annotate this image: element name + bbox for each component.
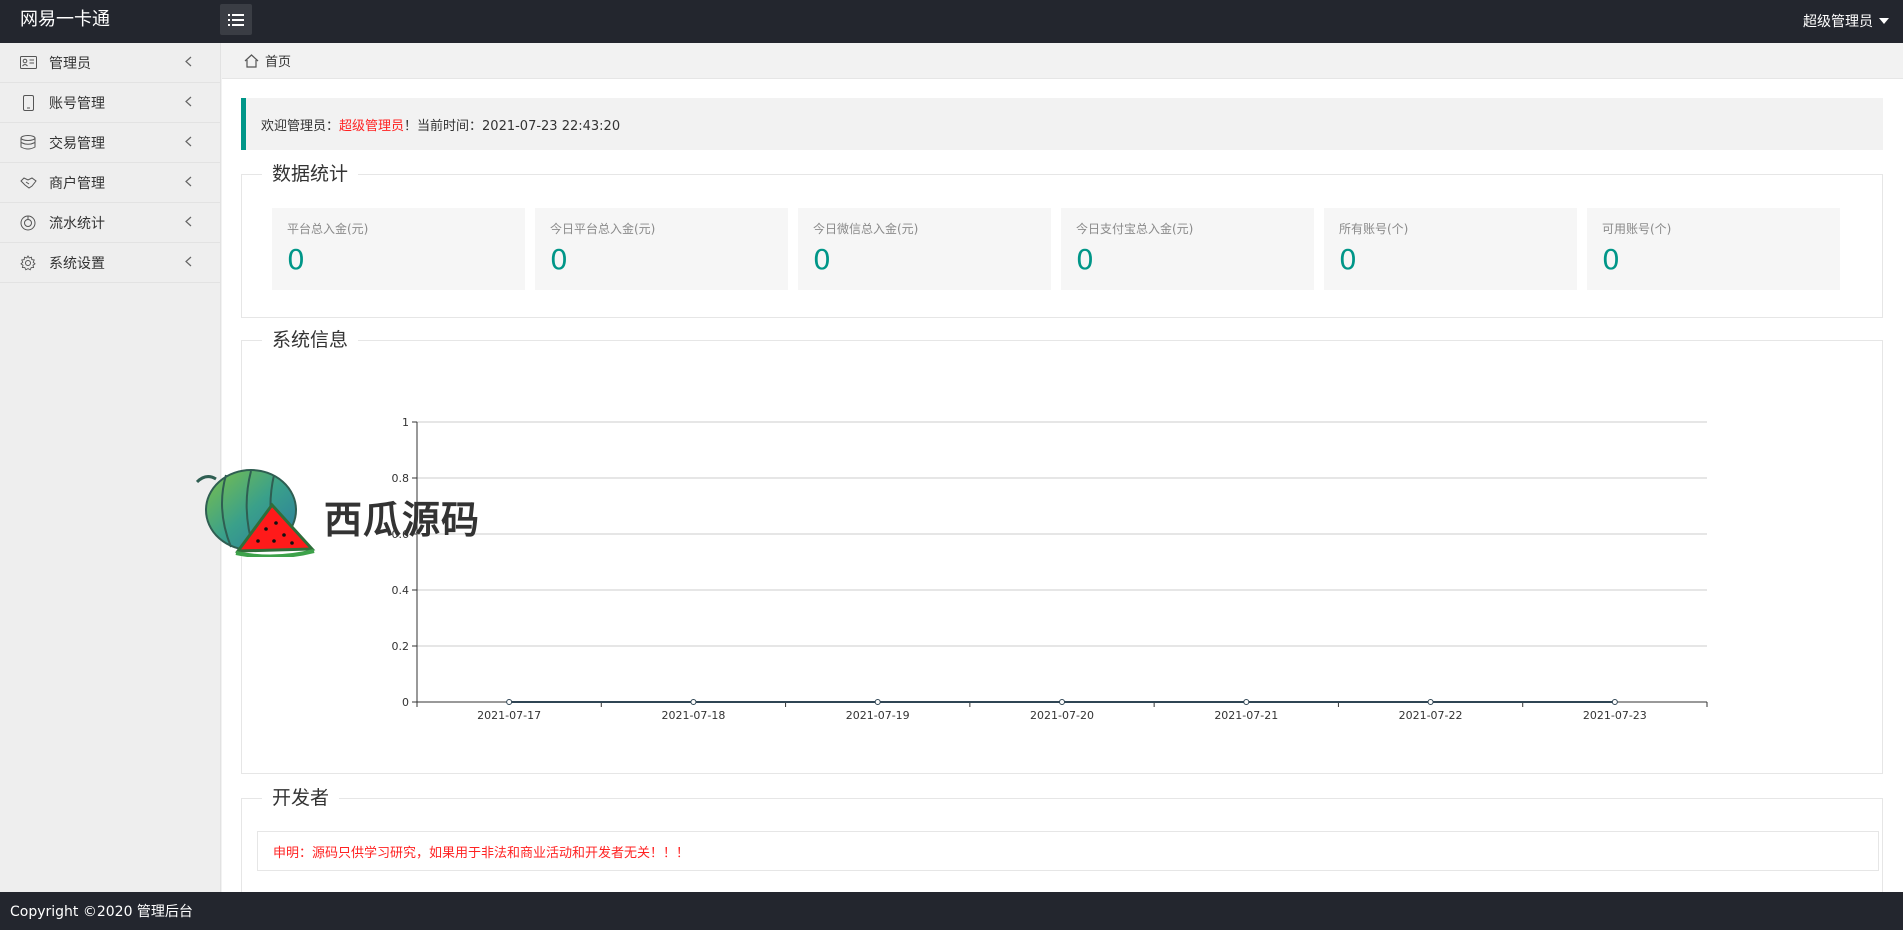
welcome-admin-name: 超级管理员	[339, 118, 405, 134]
disclaimer-notice: 申明：源码只供学习研究，如果用于非法和商业活动和开发者无关！！！	[257, 831, 1879, 871]
stat-card: 今日支付宝总入金(元) 0	[1061, 208, 1314, 290]
chevron-left-icon	[185, 176, 192, 187]
welcome-banner: 欢迎管理员： 超级管理员 ！当前时间：2021-07-23 22:43:20	[241, 98, 1883, 150]
watermark-text: 西瓜源码	[324, 498, 481, 542]
user-name: 超级管理员	[1803, 13, 1873, 30]
footer-copyright: Copyright ©2020 管理后台	[10, 904, 193, 920]
chevron-left-icon	[185, 256, 192, 267]
x-tick-label: 2021-07-20	[1030, 709, 1094, 722]
chevron-left-icon	[185, 96, 192, 107]
stat-card: 今日平台总入金(元) 0	[535, 208, 788, 290]
top-navbar: 网易一卡通 超级管理员	[0, 0, 1903, 43]
sidebar-item-label: 账号管理	[49, 95, 105, 112]
stat-title: 平台总入金(元)	[287, 222, 369, 236]
stat-value: 0	[1076, 243, 1094, 276]
sidebar-item-admin[interactable]: 管理员	[0, 43, 220, 83]
y-tick-label: 1	[402, 416, 409, 429]
sidebar-item-label: 商户管理	[49, 175, 105, 192]
data-point	[1611, 699, 1618, 705]
sidebar-item-label: 流水统计	[49, 215, 105, 232]
sidebar-item-label: 交易管理	[49, 135, 105, 152]
x-tick-label: 2021-07-18	[661, 709, 725, 722]
stats-fieldset: 数据统计 平台总入金(元) 0 今日平台总入金(元) 0 今日微信总入金(元) …	[241, 162, 1883, 318]
developer-fieldset: 开发者 申明：源码只供学习研究，如果用于非法和商业活动和开发者无关！！！	[241, 786, 1883, 898]
stat-title: 可用账号(个)	[1602, 222, 1672, 236]
sidebar-item-statistics[interactable]: 流水统计	[0, 203, 220, 243]
hamburger-icon	[228, 13, 244, 26]
stat-title: 今日支付宝总入金(元)	[1076, 222, 1194, 236]
stat-title: 所有账号(个)	[1339, 222, 1409, 236]
data-point	[874, 699, 881, 705]
y-tick-label: 0.4	[392, 584, 410, 597]
developer-legend: 开发者	[262, 786, 340, 810]
menu-toggle-button[interactable]	[220, 4, 252, 35]
x-tick-label: 2021-07-21	[1214, 709, 1278, 722]
stat-card: 所有账号(个) 0	[1324, 208, 1577, 290]
stat-value: 0	[813, 243, 831, 276]
sidebar-item-label: 管理员	[49, 55, 91, 72]
x-tick-label: 2021-07-23	[1583, 709, 1647, 722]
chevron-left-icon	[185, 216, 192, 227]
sidebar-item-settings[interactable]: 系统设置	[0, 243, 220, 283]
stat-value: 0	[1339, 243, 1357, 276]
mobile-icon	[19, 94, 37, 112]
footer: Copyright ©2020 管理后台	[0, 892, 1903, 930]
x-tick-label: 2021-07-17	[477, 709, 541, 722]
data-point	[1059, 699, 1065, 705]
database-icon	[19, 134, 37, 152]
chart-ring-icon	[19, 214, 37, 232]
data-point	[690, 699, 697, 705]
sidebar: 管理员 账号管理 交易管理 商户管理 流水统计 系统设置	[0, 43, 221, 892]
y-tick-label: 0	[402, 696, 409, 709]
home-icon[interactable]	[244, 53, 259, 68]
id-card-icon	[19, 54, 37, 72]
sidebar-item-merchants[interactable]: 商户管理	[0, 163, 220, 203]
x-tick-label: 2021-07-19	[846, 709, 910, 722]
breadcrumb: 首页	[222, 43, 1903, 79]
welcome-time: ！当前时间：2021-07-23 22:43:20	[404, 118, 621, 134]
user-menu[interactable]: 超级管理员	[1803, 0, 1889, 43]
chevron-left-icon	[185, 56, 192, 67]
data-point	[1243, 699, 1250, 705]
sidebar-item-label: 系统设置	[49, 255, 105, 272]
watermelon-icon	[196, 469, 316, 557]
stat-value: 0	[550, 243, 568, 276]
handshake-icon	[19, 174, 37, 192]
stat-card: 平台总入金(元) 0	[272, 208, 525, 290]
gear-icon	[19, 254, 37, 272]
caret-down-icon	[1879, 17, 1889, 24]
stat-card: 可用账号(个) 0	[1587, 208, 1840, 290]
y-tick-label: 0.2	[392, 640, 410, 653]
stat-title: 今日平台总入金(元)	[550, 222, 656, 236]
data-point	[1427, 699, 1434, 705]
stats-legend: 数据统计	[262, 162, 359, 186]
data-point	[506, 699, 513, 705]
stat-value: 0	[287, 243, 305, 276]
sidebar-item-transactions[interactable]: 交易管理	[0, 123, 220, 163]
stat-value: 0	[1602, 243, 1620, 276]
stat-card: 今日微信总入金(元) 0	[798, 208, 1051, 290]
chevron-left-icon	[185, 136, 192, 147]
brand-title[interactable]: 网易一卡通	[20, 0, 110, 43]
watermark-logo: 西瓜源码	[196, 465, 526, 565]
sidebar-item-accounts[interactable]: 账号管理	[0, 83, 220, 123]
x-tick-label: 2021-07-22	[1399, 709, 1463, 722]
welcome-prefix: 欢迎管理员：	[261, 118, 340, 134]
stat-title: 今日微信总入金(元)	[813, 222, 919, 236]
breadcrumb-home[interactable]: 首页	[265, 51, 291, 70]
